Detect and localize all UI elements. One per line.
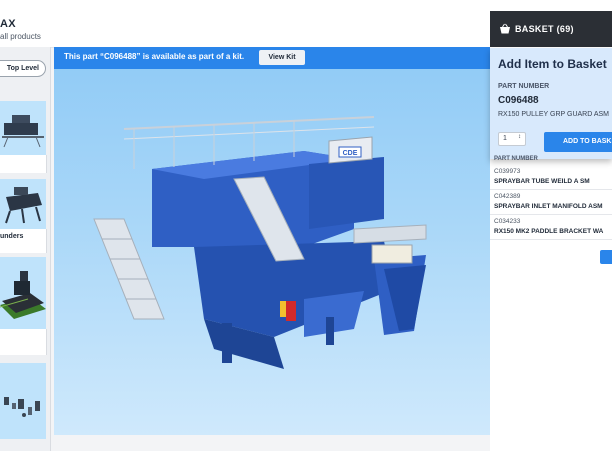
cde-logo: CDE [343, 150, 358, 157]
sidebar-item-thumb-4[interactable] [0, 363, 46, 439]
basket-title: BASKET (69) [515, 24, 574, 34]
basket-icon [500, 23, 510, 34]
view-kit-button[interactable]: View Kit [259, 50, 305, 65]
list-item[interactable]: C034233 RX150 MK2 PADDLE BRACKET WA [490, 215, 612, 240]
assembly-thumbnail [5, 187, 42, 224]
3d-viewer[interactable]: This part “C096488” is available as part… [54, 47, 490, 435]
assembly-thumbnail [2, 115, 44, 148]
sidebar-item-thumb-2[interactable] [0, 179, 46, 229]
kit-notice-banner: This part “C096488” is available as part… [54, 47, 490, 69]
app-header: AX all products [0, 11, 490, 48]
checkout-button[interactable] [600, 250, 612, 264]
sidebar-item-thumb-1[interactable] [0, 101, 46, 155]
sidebar-item-2-caption[interactable]: unders [0, 229, 47, 253]
kit-notice-text: This part “C096488” is available as part… [64, 52, 245, 61]
list-item-part-number: C034233 [494, 218, 521, 225]
assembly-thumbnail [4, 397, 40, 417]
list-item-description: SPRAYBAR INLET MANIFOLD ASM [494, 203, 603, 210]
list-item-description: SPRAYBAR TUBE WEILD A SM [494, 178, 590, 185]
list-item-part-number: C039973 [494, 168, 521, 175]
part-description: RX150 PULLEY GRP GUARD ASM [498, 111, 610, 118]
list-item[interactable]: C042389 SPRAYBAR INLET MANIFOLD ASM [490, 190, 612, 215]
app-title: AX [0, 18, 16, 30]
add-to-basket-button[interactable]: ADD TO BASKET [544, 132, 612, 152]
sidebar-item-label: unders [0, 233, 24, 240]
add-item-popup: Add Item to Basket PART NUMBER C096488 R… [490, 48, 612, 159]
assembly-thumbnail [0, 271, 46, 319]
part-number-label: PART NUMBER [498, 83, 550, 90]
parts-catalogue-app: AX all products Top Level unders This pa… [0, 11, 612, 451]
chevron-updown-icon: ↕ [518, 134, 521, 140]
app-subtitle[interactable]: all products [0, 32, 41, 41]
sidebar: Top Level unders [0, 47, 51, 451]
sidebar-item-thumb-3[interactable] [0, 257, 46, 329]
machine-3d-model[interactable]: CDE [54, 69, 490, 435]
top-level-button[interactable]: Top Level [0, 60, 46, 77]
part-number-value: C096488 [498, 95, 539, 106]
sidebar-item-1-caption [0, 155, 47, 173]
list-column-header: PART NUMBER [494, 156, 538, 162]
popup-title: Add Item to Basket [498, 57, 607, 71]
basket-header[interactable]: BASKET (69) [490, 11, 612, 47]
list-item-part-number: C042389 [494, 193, 521, 200]
quantity-value: 1 [503, 135, 507, 142]
sidebar-item-3-caption [0, 329, 47, 355]
quantity-select[interactable]: 1 ↕ [498, 132, 526, 146]
list-item-description: RX150 MK2 PADDLE BRACKET WA [494, 228, 604, 235]
list-item[interactable]: C039973 SPRAYBAR TUBE WEILD A SM [490, 165, 612, 190]
